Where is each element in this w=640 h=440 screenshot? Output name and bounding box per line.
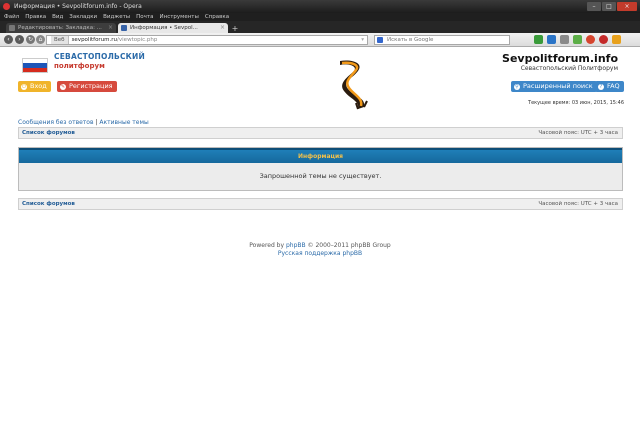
- st-george-ribbon-image: [340, 60, 368, 110]
- active-topics-link[interactable]: Активные темы: [99, 119, 148, 126]
- tab-close-icon[interactable]: ×: [108, 23, 113, 33]
- menu-edit[interactable]: Правка: [25, 13, 46, 21]
- tab-label: Редактировать: Закладка: ...: [18, 25, 102, 31]
- tab-favicon-icon: [121, 25, 127, 31]
- window-controls: – □ ×: [587, 2, 637, 11]
- menu-widgets[interactable]: Виджеты: [103, 13, 130, 21]
- download-icon[interactable]: [612, 35, 621, 44]
- bookmark-star-icon[interactable]: ▾: [361, 36, 364, 44]
- timezone-text: Часовой пояс: UTC + 3 часа: [538, 201, 618, 207]
- forum-nav-bar-top: Список форумов Часовой пояс: UTC + 3 час…: [18, 127, 623, 139]
- minimize-button[interactable]: –: [587, 2, 601, 11]
- register-button[interactable]: ✎ Регистрация: [57, 81, 117, 92]
- menu-tools[interactable]: Инструменты: [159, 13, 198, 21]
- site-subtitle: Севастопольский Политфорум: [520, 65, 618, 72]
- logo-text-politforum[interactable]: политфорум: [54, 62, 105, 70]
- forum-list-link[interactable]: Список форумов: [22, 130, 75, 136]
- navigation-bar: ‹ › ↻ ⌂ Веб sevpolitforum.ru/viewtopic.ph…: [0, 33, 640, 47]
- web-badge[interactable]: Веб: [51, 36, 69, 44]
- reload-icon[interactable]: ↻: [26, 35, 35, 44]
- register-icon: ✎: [60, 83, 66, 90]
- tab-bar: Редактировать: Закладка: ... × Информаци…: [0, 21, 640, 33]
- advanced-search-label: Расширенный поиск: [523, 82, 593, 90]
- faq-label: FAQ: [607, 82, 620, 90]
- maximize-button[interactable]: □: [602, 2, 616, 11]
- search-icon: ⚲: [514, 83, 520, 90]
- menu-bar: Файл Правка Вид Закладки Виджеты Почта И…: [0, 13, 640, 21]
- window-title: Информация • Sevpolitforum.info - Opera: [14, 3, 142, 10]
- page-footer: Powered by phpBB © 2000–2011 phpBB Group…: [0, 242, 640, 258]
- menu-bookmarks[interactable]: Закладки: [69, 13, 97, 21]
- back-icon[interactable]: ‹: [4, 35, 13, 44]
- extension-blue-icon[interactable]: [547, 35, 556, 44]
- opera-icon[interactable]: [599, 35, 608, 44]
- question-icon: ?: [598, 83, 604, 90]
- quick-links: Сообщения без ответов | Активные темы: [18, 119, 149, 126]
- forum-list-link[interactable]: Список форумов: [22, 201, 75, 207]
- google-search-icon[interactable]: [377, 37, 383, 43]
- search-placeholder: Искать в Google: [387, 37, 434, 43]
- opera-app-icon[interactable]: [3, 3, 10, 10]
- menu-file[interactable]: Файл: [4, 13, 19, 21]
- site-title[interactable]: Sevpolitforum.info: [502, 52, 618, 65]
- menu-mail[interactable]: Почта: [136, 13, 153, 21]
- copyright-text: © 2000–2011 phpBB Group: [307, 242, 391, 249]
- advanced-search-button[interactable]: ⚲ Расширенный поиск: [511, 81, 597, 92]
- russian-flag-logo[interactable]: [22, 58, 48, 73]
- info-panel: Информация Запрошенной темы не существуе…: [18, 147, 623, 191]
- menu-help[interactable]: Справка: [205, 13, 229, 21]
- forward-icon[interactable]: ›: [15, 35, 24, 44]
- timezone-text: Часовой пояс: UTC + 3 часа: [538, 130, 618, 136]
- faq-button[interactable]: ? FAQ: [595, 81, 624, 92]
- power-icon: ⏻: [21, 83, 27, 90]
- address-bar[interactable]: Веб sevpolitforum.ru/viewtopic.php ▾: [46, 35, 368, 45]
- window-titlebar: Информация • Sevpolitforum.info - Opera …: [0, 0, 640, 13]
- close-window-button[interactable]: ×: [617, 2, 637, 11]
- russian-support-link[interactable]: Русская поддержка phpBB: [0, 250, 640, 258]
- tab-label: Информация • Sevpol...: [130, 25, 198, 31]
- info-message: Запрошенной темы не существует.: [259, 172, 382, 180]
- login-label: Вход: [30, 82, 47, 90]
- adblock-icon[interactable]: [586, 35, 595, 44]
- url-host: sevpolitforum.ru: [71, 37, 118, 43]
- phpbb-link[interactable]: phpBB: [286, 242, 306, 249]
- login-button[interactable]: ⏻ Вход: [18, 81, 51, 92]
- link-separator: |: [95, 119, 98, 126]
- current-time: Текущее время: 03 июн, 2015, 15:46: [528, 100, 624, 106]
- register-label: Регистрация: [69, 82, 113, 90]
- tab-edit-bookmark[interactable]: Редактировать: Закладка: ... ×: [6, 23, 116, 33]
- new-tab-button[interactable]: +: [230, 24, 240, 33]
- info-heading: Информация: [19, 148, 622, 163]
- url-path: /viewtopic.php: [117, 37, 158, 43]
- home-icon[interactable]: ⌂: [36, 35, 45, 44]
- logo-text-sevastopol[interactable]: СЕВАСТОПОЛЬСКИЙ: [54, 52, 145, 61]
- tab-close-icon[interactable]: ×: [220, 23, 225, 33]
- web-page: СЕВАСТОПОЛЬСКИЙ политфорум Sevpolitforum…: [0, 47, 640, 440]
- unanswered-posts-link[interactable]: Сообщения без ответов: [18, 119, 94, 126]
- menu-view[interactable]: Вид: [52, 13, 63, 21]
- toolbar-extensions: [534, 35, 621, 44]
- forum-nav-bar-bottom: Список форумов Часовой пояс: UTC + 3 час…: [18, 198, 623, 210]
- tab-favicon-icon: [9, 25, 15, 31]
- powered-by-line: Powered by phpBB © 2000–2011 phpBB Group: [0, 242, 640, 250]
- extension-green-icon[interactable]: [534, 35, 543, 44]
- powered-by-prefix: Powered by: [249, 242, 285, 249]
- tab-info[interactable]: Информация • Sevpol... ×: [118, 23, 228, 33]
- extension-gray-icon[interactable]: [560, 35, 569, 44]
- extension-leaf-icon[interactable]: [573, 35, 582, 44]
- search-input[interactable]: Искать в Google: [374, 35, 510, 45]
